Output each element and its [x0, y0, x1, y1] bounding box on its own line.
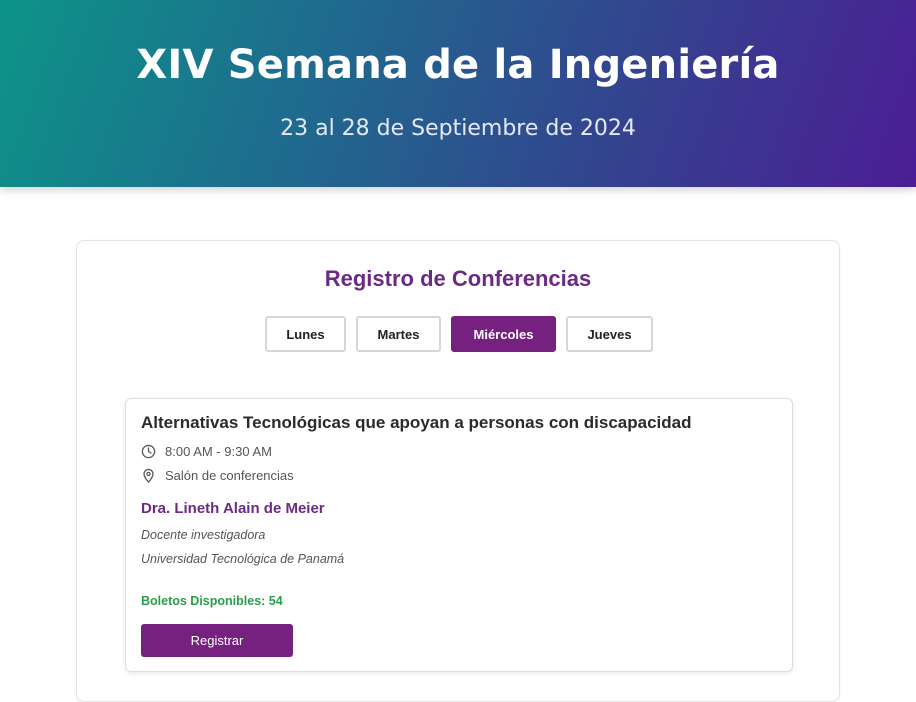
speaker-role: Docente investigadora: [141, 528, 266, 542]
event-dates: 23 al 28 de Septiembre de 2024: [280, 116, 636, 141]
clock-icon: [141, 444, 156, 458]
register-button[interactable]: Registrar: [141, 624, 293, 657]
conference-time: 8:00 AM - 9:30 AM: [141, 442, 272, 460]
tab-lunes[interactable]: Lunes: [265, 316, 346, 352]
conference-location: Salón de conferencias: [141, 466, 294, 484]
conference-time-text: 8:00 AM - 9:30 AM: [165, 443, 272, 459]
speaker-organization: Universidad Tecnológica de Panamá: [141, 552, 345, 566]
registration-panel: Registro de Conferencias Lunes Martes Mi…: [76, 240, 840, 702]
conference-location-text: Salón de conferencias: [165, 467, 294, 483]
map-pin-icon: [143, 468, 154, 483]
conference-title: Alternativas Tecnológicas que apoyan a p…: [141, 413, 692, 432]
speaker-name: Dra. Lineth Alain de Meier: [141, 500, 325, 517]
tab-martes[interactable]: Martes: [356, 316, 441, 352]
tab-jueves[interactable]: Jueves: [566, 316, 653, 352]
day-tabs: Lunes Martes Miércoles Jueves: [265, 316, 653, 354]
event-title: XIV Semana de la Ingeniería: [136, 42, 780, 88]
registration-title: Registro de Conferencias: [324, 266, 592, 291]
conference-card: Alternativas Tecnológicas que apoyan a p…: [125, 398, 793, 672]
event-header: XIV Semana de la Ingeniería 23 al 28 de …: [0, 0, 916, 187]
tab-miercoles[interactable]: Miércoles: [451, 316, 556, 352]
tickets-available: Boletos Disponibles: 54: [141, 594, 283, 608]
